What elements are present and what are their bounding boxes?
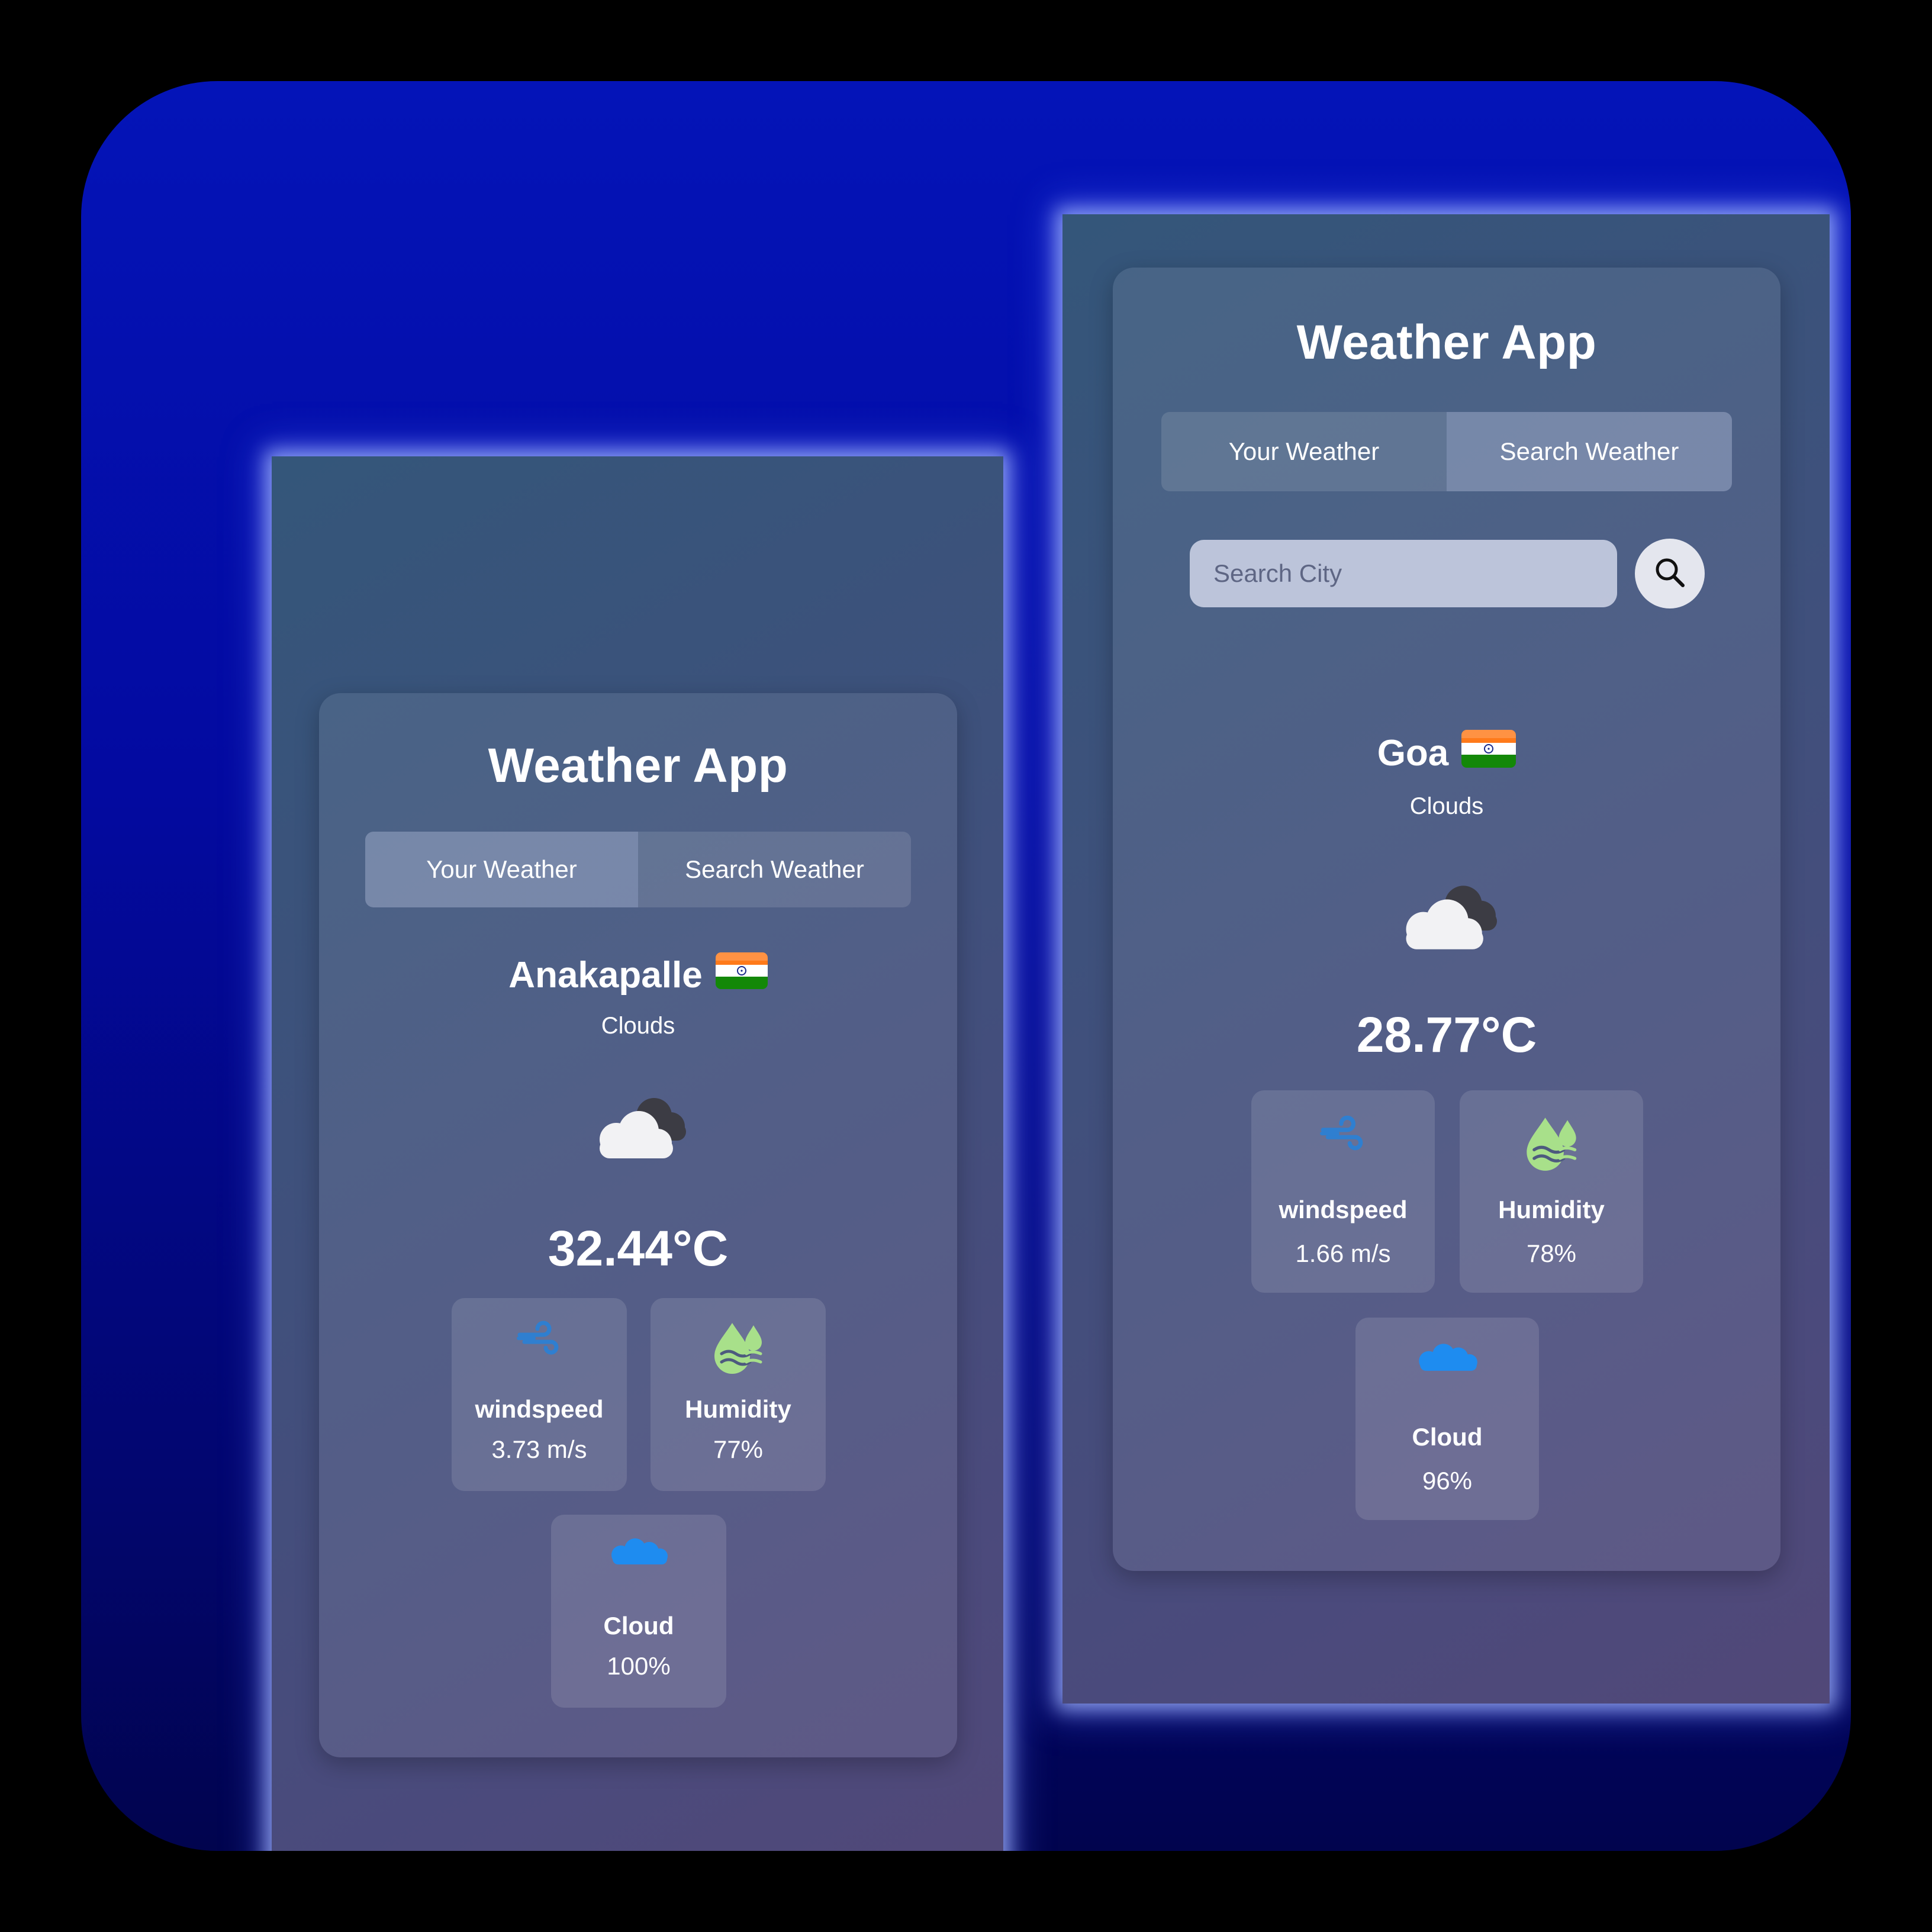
city-heading: Goa (1113, 728, 1780, 778)
humidity-label: Humidity (1498, 1196, 1605, 1223)
cloud-value: 100% (607, 1652, 671, 1680)
cloud-card: Cloud 96% (1355, 1318, 1539, 1520)
tab-your-weather[interactable]: Your Weather (1161, 412, 1447, 491)
city-name: Goa (1377, 732, 1449, 774)
weather-description: Clouds (1409, 793, 1484, 819)
india-flag-icon (715, 952, 768, 998)
cloud-card: Cloud 100% (551, 1515, 726, 1708)
search-icon (1652, 555, 1688, 593)
temperature: 32.44°C (548, 1221, 729, 1276)
windspeed-label: windspeed (475, 1395, 604, 1423)
cloud-value: 96% (1422, 1467, 1473, 1495)
tab-search-weather[interactable]: Search Weather (1447, 412, 1732, 491)
wind-icon (516, 1319, 562, 1358)
humidity-label: Humidity (685, 1395, 791, 1423)
cloud-label: Cloud (1412, 1423, 1483, 1451)
city-heading: Anakapalle (319, 950, 957, 1000)
humidity-value: 78% (1526, 1239, 1577, 1267)
cloudy-icon (1393, 881, 1503, 956)
tab-bar: Your Weather Search Weather (1161, 412, 1732, 491)
humidity-drop-icon (711, 1319, 765, 1378)
cloud-label: Cloud (603, 1612, 674, 1640)
humidity-card: Humidity 78% (1460, 1090, 1643, 1293)
tab-search-weather[interactable]: Search Weather (638, 832, 911, 907)
weather-description: Clouds (601, 1013, 675, 1039)
right-phone-screen: Weather App Your Weather Search Weather (1062, 214, 1830, 1704)
humidity-card: Humidity 77% (651, 1298, 826, 1491)
windspeed-card: windspeed 1.66 m/s (1251, 1090, 1435, 1293)
windspeed-value: 3.73 m/s (491, 1435, 587, 1463)
cloudy-icon (588, 1093, 692, 1165)
tab-your-weather[interactable]: Your Weather (365, 832, 638, 907)
humidity-value: 77% (713, 1435, 764, 1463)
weather-card: Weather App Your Weather Search Weather (1113, 268, 1780, 1571)
tab-bar: Your Weather Search Weather (365, 832, 911, 907)
wind-icon (1319, 1114, 1367, 1154)
search-button[interactable] (1635, 539, 1705, 608)
windspeed-value: 1.66 m/s (1295, 1239, 1391, 1267)
app-title: Weather App (488, 739, 788, 793)
city-name: Anakapalle (508, 954, 703, 996)
left-phone-screen: Weather App Your Weather Search Weather … (272, 456, 1003, 1851)
app-title: Weather App (1296, 315, 1597, 369)
search-city-input[interactable] (1190, 540, 1617, 607)
temperature: 28.77°C (1356, 1007, 1537, 1062)
search-bar (1190, 539, 1705, 611)
india-flag-icon (1461, 729, 1516, 777)
showcase-frame: Weather App Your Weather Search Weather … (81, 81, 1851, 1851)
windspeed-label: windspeed (1279, 1196, 1408, 1223)
windspeed-card: windspeed 3.73 m/s (452, 1298, 627, 1491)
cloud-icon (1415, 1341, 1479, 1375)
humidity-drop-icon (1523, 1114, 1580, 1175)
cloud-icon (608, 1536, 669, 1569)
weather-card: Weather App Your Weather Search Weather … (319, 693, 957, 1757)
